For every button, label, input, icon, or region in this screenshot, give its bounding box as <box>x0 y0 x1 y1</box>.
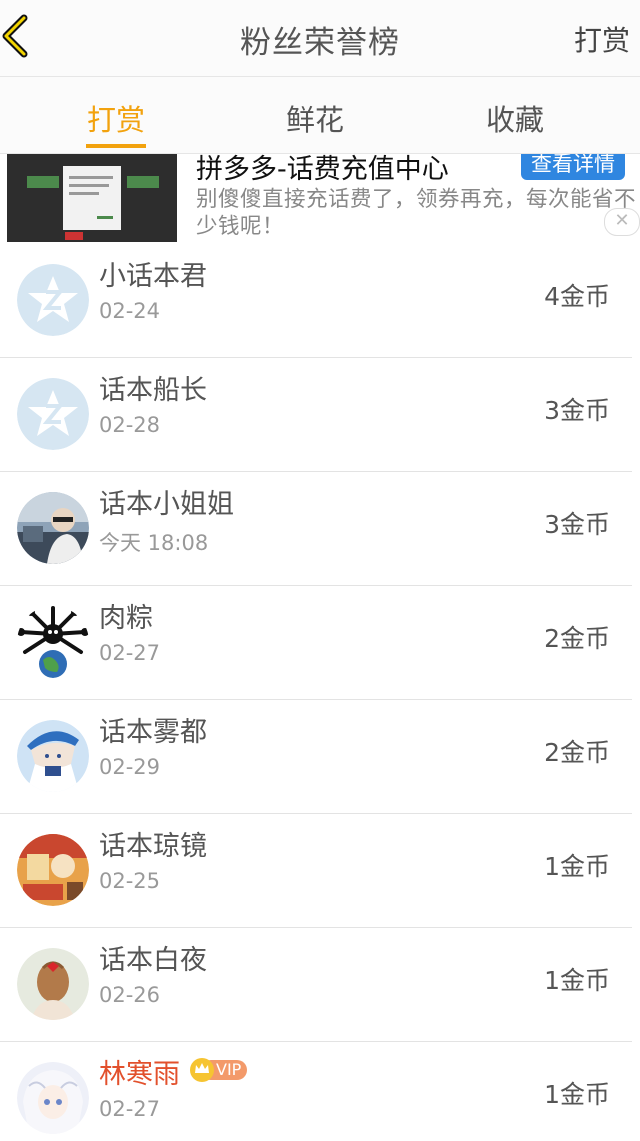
page-title: 粉丝荣誉榜 <box>240 25 400 61</box>
fan-honor-page: 粉丝荣誉榜 打赏 打赏 鲜花 收藏 拼多多-话费充值中心 查看详情 别傻傻直接充… <box>0 0 640 1141</box>
fan-name: 话本琼镜 <box>99 831 207 862</box>
reward-button[interactable]: 打赏 <box>574 19 630 59</box>
coin-amount: 2金币 <box>544 624 610 653</box>
anime-white-avatar-icon <box>17 1062 89 1134</box>
coin-amount: 3金币 <box>544 510 610 539</box>
fan-name: 话本雾都 <box>99 717 207 748</box>
reward-date: 02-25 <box>99 869 161 893</box>
tab-reward[interactable]: 打赏 <box>56 97 176 139</box>
list-item[interactable]: 话本小姐姐 今天 18:08 3金币 <box>0 472 632 586</box>
fan-name: 肉粽 <box>99 603 153 634</box>
fan-name: 小话本君 <box>99 261 207 292</box>
fan-name: 话本小姐姐 <box>99 489 234 520</box>
top-nav-bar: 粉丝荣誉榜 打赏 <box>0 0 640 77</box>
tab-flowers[interactable]: 鲜花 <box>255 97 375 139</box>
ad-title: 拼多多-话费充值中心 <box>196 154 449 185</box>
spider-earth-avatar-icon <box>17 606 89 678</box>
fan-ranking-list: 小话本君 02-24 4金币 话本船长 02-28 3金币 话本小姐姐 今天 1… <box>0 244 640 1141</box>
list-item[interactable]: 小话本君 02-24 4金币 <box>0 244 632 358</box>
list-item[interactable]: 话本雾都 02-29 2金币 <box>0 700 632 814</box>
coin-amount: 3金币 <box>544 396 610 425</box>
ad-detail-button[interactable]: 查看详情 <box>521 154 625 180</box>
list-item[interactable]: 话本船长 02-28 3金币 <box>0 358 632 472</box>
fan-name: 话本白夜 <box>99 945 207 976</box>
reward-date: 02-24 <box>99 299 161 323</box>
ad-banner[interactable]: 拼多多-话费充值中心 查看详情 别傻傻直接充话费了，领券再充，每次能省不少钱呢！ <box>0 154 640 244</box>
coin-amount: 1金币 <box>544 1080 610 1109</box>
tab-bar: 打赏 鲜花 收藏 <box>0 77 640 154</box>
active-tab-indicator <box>86 144 146 148</box>
coin-amount: 1金币 <box>544 852 610 881</box>
list-item[interactable]: 话本白夜 02-26 1金币 <box>0 928 632 1042</box>
reward-date: 02-26 <box>99 983 161 1007</box>
list-item[interactable]: 肉粽 02-27 2金币 <box>0 586 632 700</box>
fan-name: 林寒雨 <box>99 1059 180 1090</box>
list-item[interactable]: 话本琼镜 02-25 1金币 <box>0 814 632 928</box>
reward-date: 02-27 <box>99 641 161 665</box>
coin-amount: 1金币 <box>544 966 610 995</box>
photo-avatar-icon <box>17 492 89 564</box>
cartoon-orange-avatar-icon <box>17 834 89 906</box>
reward-date: 02-29 <box>99 755 161 779</box>
default-star-avatar-icon <box>17 378 89 450</box>
reward-date: 02-27 <box>99 1097 161 1121</box>
coin-amount: 2金币 <box>544 738 610 767</box>
ad-thumbnail <box>7 154 177 242</box>
reward-date: 今天 18:08 <box>99 531 209 555</box>
list-item[interactable]: 林寒雨 VIP 02-27 1金币 <box>0 1042 632 1141</box>
coin-amount: 4金币 <box>544 282 610 311</box>
ad-description: 别傻傻直接充话费了，领券再充，每次能省不少钱呢！ <box>196 187 637 239</box>
default-star-avatar-icon <box>17 264 89 336</box>
ad-close-icon[interactable]: ✕ <box>604 208 640 236</box>
fan-name: 话本船长 <box>99 375 207 406</box>
girl-back-avatar-icon <box>17 948 89 1020</box>
tab-favorites[interactable]: 收藏 <box>455 97 575 139</box>
anime-blue-avatar-icon <box>17 720 89 792</box>
vip-label: VIP <box>216 1060 242 1079</box>
reward-date: 02-28 <box>99 413 161 437</box>
